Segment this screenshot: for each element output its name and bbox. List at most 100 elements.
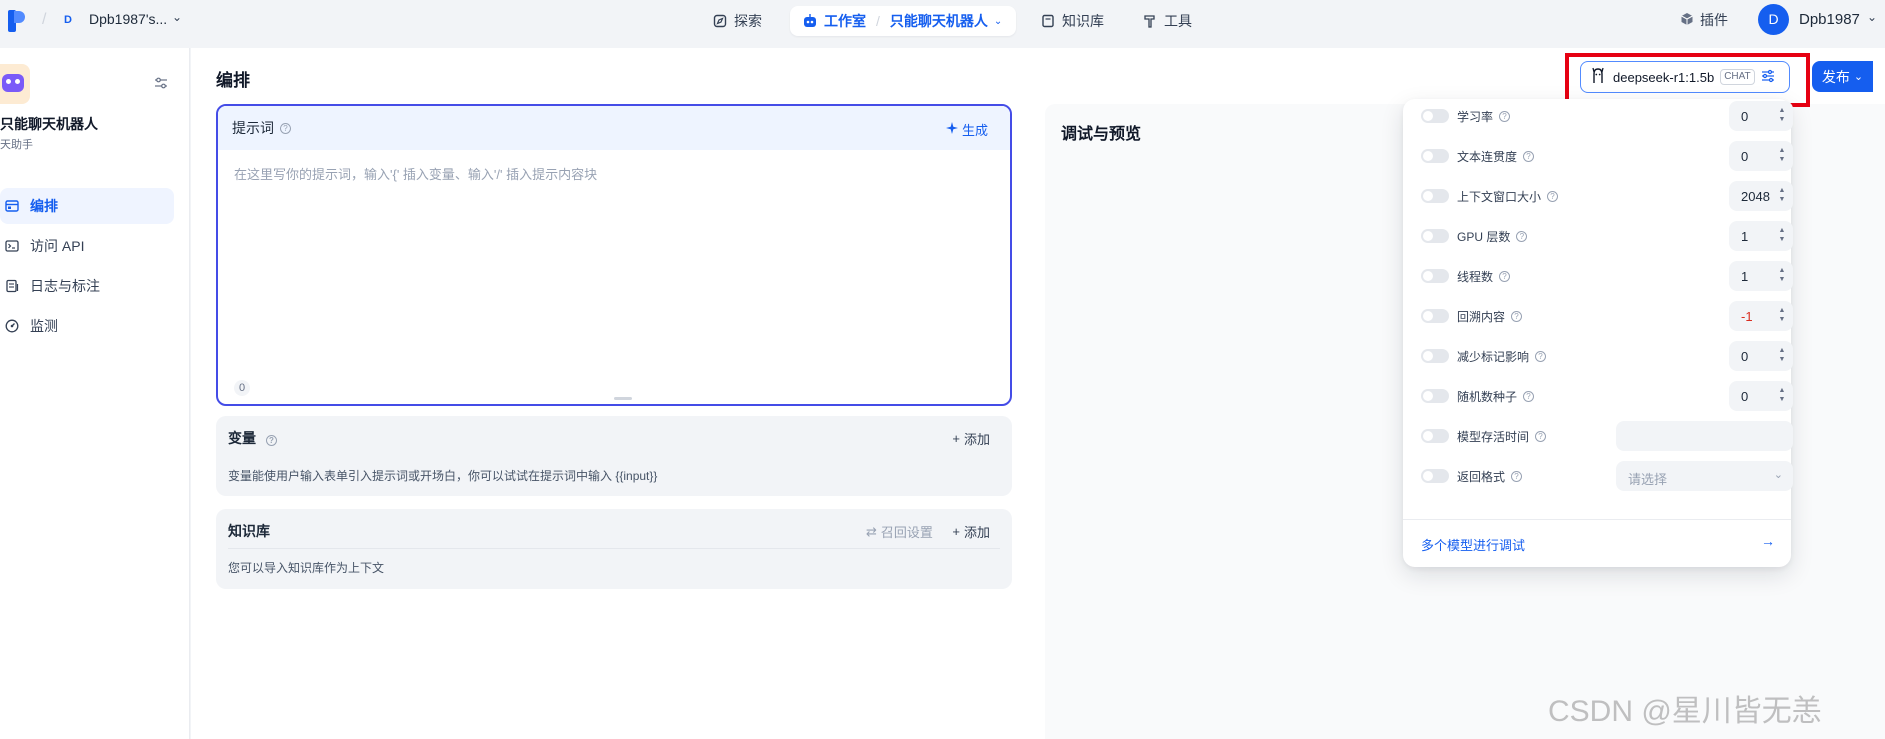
param-number-input[interactable]: 0 ▲ ▼ xyxy=(1729,381,1793,411)
nav-studio[interactable]: 工作室 / 只能聊天机器人 ⌄ xyxy=(790,6,1016,36)
param-toggle[interactable] xyxy=(1421,149,1449,163)
param-value[interactable]: 1 xyxy=(1741,269,1748,284)
param-toggle[interactable] xyxy=(1421,389,1449,403)
resize-handle[interactable] xyxy=(614,397,632,400)
param-value[interactable]: 0 xyxy=(1741,149,1748,164)
plus-icon: + xyxy=(952,524,960,539)
user-name[interactable]: Dpb1987 xyxy=(1799,11,1860,28)
param-number-input[interactable]: 2048 ▲ ▼ xyxy=(1729,181,1793,211)
nav-knowledge-label: 知识库 xyxy=(1062,13,1104,29)
help-icon[interactable]: ? xyxy=(280,122,291,134)
help-icon[interactable]: ? xyxy=(1511,471,1523,482)
help-icon[interactable]: ? xyxy=(1511,311,1523,322)
param-value[interactable]: -1 xyxy=(1741,309,1753,324)
stepper-icon[interactable]: ▲ ▼ xyxy=(1777,266,1787,284)
param-number-input[interactable]: 0 ▲ ▼ xyxy=(1729,341,1793,371)
chevron-down-icon[interactable]: ⌄ xyxy=(994,16,1002,27)
user-avatar[interactable]: D xyxy=(1758,4,1789,35)
param-value[interactable]: 1 xyxy=(1741,229,1748,244)
param-toggle[interactable] xyxy=(1421,269,1449,283)
stepper-icon[interactable]: ▲ ▼ xyxy=(1777,226,1787,244)
nav-tools[interactable]: 工具 xyxy=(1142,6,1192,36)
breadcrumb-separator: / xyxy=(42,11,47,28)
workspace-name[interactable]: Dpb1987's... xyxy=(89,11,167,27)
param-label: 上下文窗口大小? xyxy=(1457,188,1559,205)
param-row: 模型存活时间? xyxy=(1421,421,1793,451)
param-row: 线程数? 1 ▲ ▼ xyxy=(1421,261,1793,291)
sidebar-item-label: 监测 xyxy=(30,318,58,334)
help-icon[interactable]: ? xyxy=(1523,151,1535,162)
param-value[interactable]: 2048 xyxy=(1741,189,1770,204)
add-label: 添加 xyxy=(963,525,990,540)
nav-knowledge[interactable]: 知识库 xyxy=(1040,6,1104,36)
sidebar-settings-icon[interactable] xyxy=(154,76,170,92)
generate-button[interactable]: 生成 xyxy=(945,120,988,139)
param-number-input[interactable]: 1 ▲ ▼ xyxy=(1729,221,1793,251)
param-text-input[interactable] xyxy=(1616,421,1793,451)
sidebar-item-label: 访问 API xyxy=(30,238,85,254)
page-title: 编排 xyxy=(216,71,250,90)
workspace-avatar[interactable]: D xyxy=(60,12,76,28)
param-toggle[interactable] xyxy=(1421,429,1449,443)
prompt-input[interactable]: 在这里写你的提示词，输入'{' 插入变量、输入'/' 插入提示内容块 xyxy=(234,164,597,183)
stepper-icon[interactable]: ▲ ▼ xyxy=(1777,106,1787,124)
variables-title-text: 变量 xyxy=(228,430,256,446)
multi-model-debug-link[interactable]: 多个模型进行调试 xyxy=(1421,535,1525,554)
recall-settings-button[interactable]: ⇄ 召回设置 xyxy=(866,522,933,541)
param-value[interactable]: 0 xyxy=(1741,109,1748,124)
stepper-icon[interactable]: ▲ ▼ xyxy=(1777,146,1787,164)
app-robot-avatar xyxy=(0,64,30,104)
param-toggle[interactable] xyxy=(1421,229,1449,243)
param-number-input[interactable]: -1 ▲ ▼ xyxy=(1729,301,1793,331)
param-value[interactable]: 0 xyxy=(1741,389,1748,404)
plugins-button[interactable]: 插件 xyxy=(1680,10,1728,30)
param-select[interactable]: 请选择 ⌄ xyxy=(1616,461,1793,491)
param-value[interactable]: 0 xyxy=(1741,349,1748,364)
help-icon[interactable]: ? xyxy=(1547,191,1559,202)
knowledge-card: 知识库 ⇄ 召回设置 + 添加 您可以导入知识库作为上下文 xyxy=(216,509,1012,589)
publish-label: 发布 xyxy=(1821,68,1850,85)
chevron-down-icon[interactable]: ⌄ xyxy=(1867,10,1877,24)
param-toggle[interactable] xyxy=(1421,109,1449,123)
param-number-input[interactable]: 1 ▲ ▼ xyxy=(1729,261,1793,291)
add-knowledge-button[interactable]: + 添加 xyxy=(952,522,990,541)
arrow-right-icon[interactable]: → xyxy=(1761,533,1775,549)
param-number-input[interactable]: 0 ▲ ▼ xyxy=(1729,141,1793,171)
hammer-icon xyxy=(1142,13,1158,29)
param-number-input[interactable]: 0 ▲ ▼ xyxy=(1729,101,1793,131)
sidebar-item-api[interactable]: 访问 API xyxy=(0,228,174,264)
sparkle-icon xyxy=(945,122,958,137)
param-toggle[interactable] xyxy=(1421,469,1449,483)
param-label: 线程数? xyxy=(1457,268,1511,285)
add-variable-button[interactable]: + 添加 xyxy=(952,429,990,448)
param-row: 文本连贯度? 0 ▲ ▼ xyxy=(1421,141,1793,171)
stepper-icon[interactable]: ▲ ▼ xyxy=(1777,186,1787,204)
nav-explore[interactable]: 探索 xyxy=(712,6,762,36)
prompt-header: 提示词 ? xyxy=(218,106,1010,150)
stepper-icon[interactable]: ▲ ▼ xyxy=(1777,306,1787,324)
param-label-text: 学习率 xyxy=(1457,110,1494,124)
sidebar-item-logs[interactable]: 日志与标注 xyxy=(0,268,174,304)
sidebar-item-orchestrate[interactable]: 编排 xyxy=(0,188,174,224)
help-icon[interactable]: ? xyxy=(1535,351,1547,362)
recall-settings-label: 召回设置 xyxy=(880,525,933,540)
stepper-icon[interactable]: ▲ ▼ xyxy=(1777,346,1787,364)
help-icon[interactable]: ? xyxy=(265,435,277,446)
param-toggle[interactable] xyxy=(1421,189,1449,203)
current-app-name[interactable]: 只能聊天机器人 xyxy=(890,11,988,31)
help-icon[interactable]: ? xyxy=(1535,431,1547,442)
help-icon[interactable]: ? xyxy=(1499,271,1511,282)
param-toggle[interactable] xyxy=(1421,349,1449,363)
stepper-icon[interactable]: ▲ ▼ xyxy=(1777,386,1787,404)
dify-logo[interactable] xyxy=(8,10,28,32)
sidebar-item-monitor[interactable]: 监测 xyxy=(0,308,174,344)
help-icon[interactable]: ? xyxy=(1499,111,1511,122)
param-label-text: 随机数种子 xyxy=(1457,390,1518,404)
param-toggle[interactable] xyxy=(1421,309,1449,323)
help-icon[interactable]: ? xyxy=(1523,391,1535,402)
chevron-down-icon[interactable]: ⌄ xyxy=(172,10,182,24)
publish-button[interactable]: 发布 ⌄ xyxy=(1812,61,1873,92)
help-icon[interactable]: ? xyxy=(1516,231,1528,242)
param-row: GPU 层数? 1 ▲ ▼ xyxy=(1421,221,1793,251)
prompt-editor[interactable]: 提示词 ? 生成 在这里写你的提示词，输入'{' 插入变量、输入'/' 插入提示… xyxy=(216,104,1012,406)
